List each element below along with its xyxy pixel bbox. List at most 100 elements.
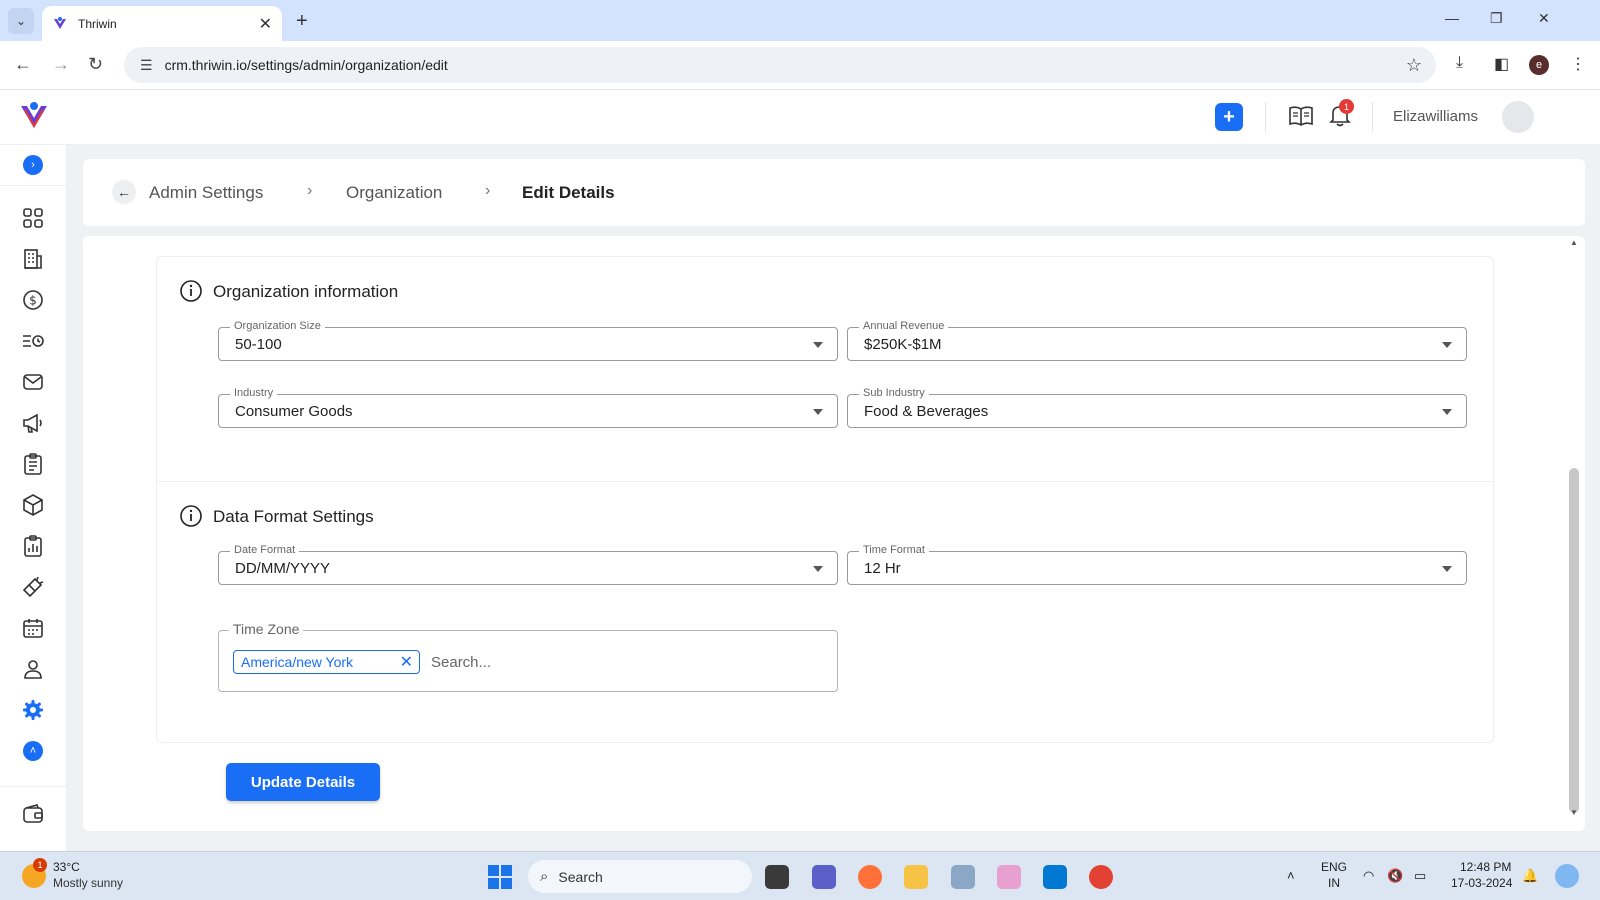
sidebar-expand-icon[interactable]: › xyxy=(23,155,43,175)
caret-down-icon[interactable] xyxy=(813,342,823,348)
sidebar-item-calendar[interactable] xyxy=(21,616,45,640)
bookmark-star-icon[interactable]: ☆ xyxy=(1406,55,1422,76)
sidebar-item-accounts[interactable] xyxy=(21,247,45,271)
app-header: + 1 Elizawilliams xyxy=(0,90,1600,145)
taskbar-search-label: Search xyxy=(558,868,603,885)
tab-close-icon[interactable]: ✕ xyxy=(259,14,272,34)
scrollbar-thumb[interactable] xyxy=(1569,468,1579,813)
back-arrow-icon[interactable]: ← xyxy=(14,54,32,75)
caret-down-icon[interactable] xyxy=(813,409,823,415)
industry-select[interactable]: Industry Consumer Goods xyxy=(218,387,838,428)
chip-label: America/new York xyxy=(241,654,354,670)
url-text[interactable]: crm.thriwin.io/settings/admin/organizati… xyxy=(165,57,448,73)
sub-industry-select[interactable]: Sub Industry Food & Beverages xyxy=(847,387,1467,428)
caret-down-icon[interactable] xyxy=(1442,566,1452,572)
sidebar-item-reports[interactable] xyxy=(21,534,45,558)
copilot-icon[interactable] xyxy=(1555,864,1579,888)
breadcrumb-admin-settings[interactable]: Admin Settings xyxy=(149,183,263,203)
photos-icon[interactable] xyxy=(951,865,975,889)
browser-tab[interactable]: Thriwin ✕ xyxy=(42,6,282,41)
back-button[interactable]: ← xyxy=(112,180,136,204)
reload-icon[interactable]: ↻ xyxy=(88,54,103,75)
search-icon: ⌕ xyxy=(540,868,549,885)
field-label: Time Format xyxy=(859,544,929,556)
organization-size-select[interactable]: Organization Size 50-100 xyxy=(218,320,838,361)
tray-chevron-up-icon[interactable]: ˄ xyxy=(1287,868,1295,883)
clock-time[interactable]: 12:48 PM xyxy=(1460,860,1511,874)
sidebar-item-products[interactable] xyxy=(21,493,45,517)
thriwin-logo-icon[interactable] xyxy=(18,100,50,132)
sidebar-item-deals[interactable]: $ xyxy=(21,288,45,312)
site-settings-icon[interactable]: ☰ xyxy=(140,57,153,74)
caret-down-icon[interactable] xyxy=(1442,409,1452,415)
minimize-button[interactable]: — xyxy=(1445,10,1459,26)
sidebar-item-wallet[interactable] xyxy=(21,802,45,826)
sidebar-item-campaigns[interactable] xyxy=(21,411,45,435)
tab-search-icon[interactable]: ⌄ xyxy=(8,8,34,34)
annual-revenue-select[interactable]: Annual Revenue $250K-$1M xyxy=(847,320,1467,361)
chrome-icon[interactable] xyxy=(1089,865,1113,889)
windows-start-icon[interactable] xyxy=(488,865,512,889)
time-format-select[interactable]: Time Format 12 Hr xyxy=(847,544,1467,585)
building-icon xyxy=(24,249,42,269)
caret-down-icon[interactable] xyxy=(813,566,823,572)
field-value: DD/MM/YYYY xyxy=(235,560,331,577)
field-value: $250K-$1M xyxy=(864,336,942,353)
time-zone-field[interactable]: Time Zone America/new York ✕ xyxy=(218,621,838,692)
username-label[interactable]: Elizawilliams xyxy=(1393,108,1478,125)
quick-add-button[interactable]: + xyxy=(1215,103,1243,131)
sidebar-collapse-icon[interactable]: ˄ xyxy=(23,741,43,761)
sidebar-item-integrations[interactable] xyxy=(21,575,45,599)
task-view-icon[interactable] xyxy=(765,865,789,889)
sidebar-item-contacts[interactable] xyxy=(21,657,45,681)
caret-down-icon[interactable] xyxy=(1442,342,1452,348)
breadcrumb-organization[interactable]: Organization xyxy=(346,183,442,203)
download-icon[interactable]: ⤓ xyxy=(1456,54,1463,72)
file-explorer-icon[interactable] xyxy=(904,865,928,889)
forward-arrow-icon[interactable]: → xyxy=(52,54,70,75)
volume-muted-icon[interactable]: 🔇 xyxy=(1387,868,1403,884)
more-menu-icon[interactable]: ⋮ xyxy=(1570,54,1586,74)
field-label: Time Zone xyxy=(229,621,304,637)
side-panel-icon[interactable]: ◧ xyxy=(1494,54,1509,74)
book-icon[interactable] xyxy=(1288,104,1314,128)
sidebar-item-settings[interactable] xyxy=(21,698,45,722)
sidebar-item-activities[interactable] xyxy=(21,329,45,353)
cube-icon xyxy=(23,494,43,516)
address-bar[interactable]: ☰ crm.thriwin.io/settings/admin/organiza… xyxy=(124,47,1436,83)
scroll-up-arrow-icon[interactable]: ▲ xyxy=(1570,238,1578,247)
user-avatar[interactable] xyxy=(1502,101,1534,133)
weather-temperature[interactable]: 33°C xyxy=(53,860,80,874)
sidebar-divider xyxy=(0,786,66,787)
time-zone-chip[interactable]: America/new York ✕ xyxy=(233,650,420,674)
scroll-down-arrow-icon[interactable]: ▼ xyxy=(1570,808,1578,817)
scrollbar[interactable]: ▲ ▼ xyxy=(1566,236,1582,831)
field-value: Consumer Goods xyxy=(235,403,353,420)
taskbar-search[interactable]: ⌕ Search xyxy=(528,860,752,893)
profile-avatar[interactable]: e xyxy=(1529,55,1549,75)
battery-icon[interactable]: ▭ xyxy=(1414,868,1426,884)
snipping-tool-icon[interactable] xyxy=(997,865,1021,889)
date-format-select[interactable]: Date Format DD/MM/YYYY xyxy=(218,544,838,585)
firefox-icon[interactable] xyxy=(858,865,882,889)
wifi-icon[interactable]: ◠ xyxy=(1363,868,1374,884)
notification-bell-icon[interactable]: 🔔 xyxy=(1522,868,1538,884)
teams-icon[interactable] xyxy=(812,865,836,889)
chip-remove-icon[interactable]: ✕ xyxy=(400,652,413,672)
language-region[interactable]: IN xyxy=(1328,876,1340,890)
sidebar-item-email[interactable] xyxy=(21,370,45,394)
window-close-button[interactable]: ✕ xyxy=(1538,10,1550,27)
field-value: 50-100 xyxy=(235,336,282,353)
clipboard-list-icon xyxy=(24,453,42,475)
weather-description[interactable]: Mostly sunny xyxy=(53,876,123,890)
restore-button[interactable]: ❐ xyxy=(1490,10,1503,27)
new-tab-button[interactable]: + xyxy=(296,10,308,33)
update-details-button[interactable]: Update Details xyxy=(226,763,380,801)
vscode-icon[interactable] xyxy=(1043,865,1067,889)
notification-badge: 1 xyxy=(1339,99,1354,114)
sidebar-item-dashboard[interactable] xyxy=(21,206,45,230)
sidebar-item-tasks[interactable] xyxy=(21,452,45,476)
time-zone-search-input[interactable] xyxy=(431,649,821,675)
language-indicator[interactable]: ENG xyxy=(1321,860,1347,874)
clock-date[interactable]: 17-03-2024 xyxy=(1451,876,1512,890)
